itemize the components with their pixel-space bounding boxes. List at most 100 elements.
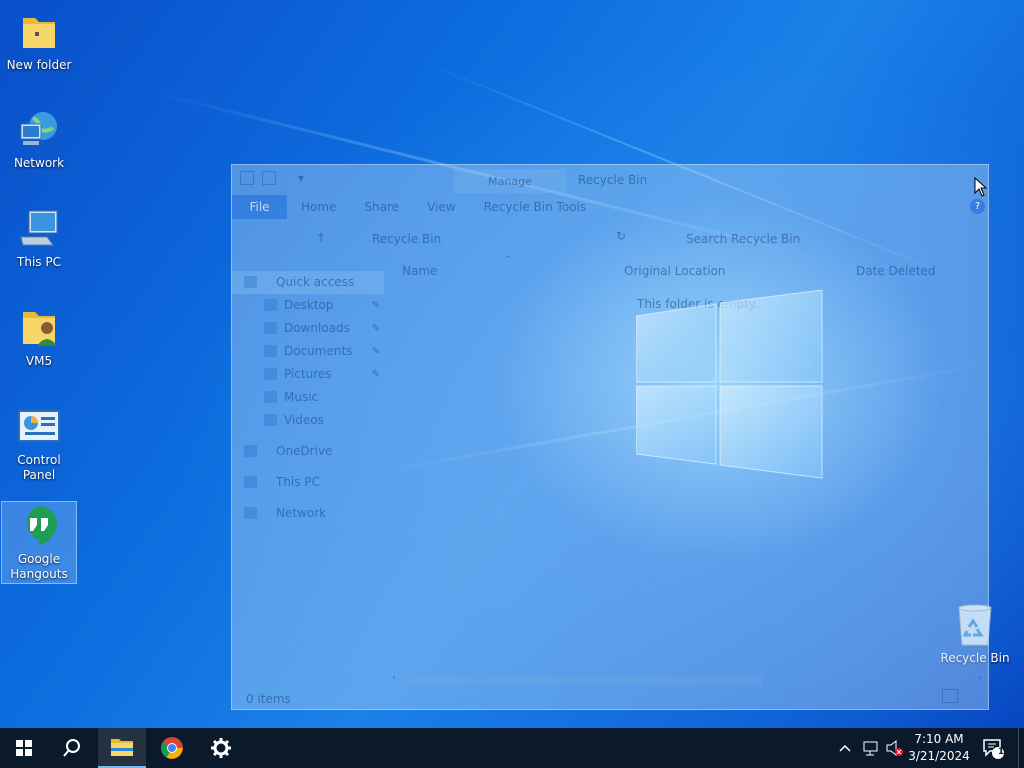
customize-toolbar-icon[interactable]: ▾ (298, 171, 312, 185)
address-path: Recycle Bin (372, 232, 442, 246)
search-button[interactable] (48, 728, 96, 768)
nav-label: Downloads (284, 321, 350, 335)
download-icon (264, 322, 277, 334)
search-placeholder: Search Recycle Bin (686, 232, 801, 246)
nav-item-documents[interactable]: Documents ✎ (232, 340, 384, 363)
tab-home[interactable]: Home (287, 200, 350, 214)
large-icons-view-icon[interactable] (962, 689, 978, 703)
file-explorer-icon (111, 739, 133, 756)
scrollbar-thumb[interactable] (402, 676, 762, 685)
column-name[interactable]: Name (402, 264, 437, 278)
address-bar[interactable]: Recycle Bin (344, 229, 606, 249)
pin-icon: ✎ (371, 369, 380, 380)
nav-label: Network (276, 506, 327, 520)
clock-date: 3/21/2024 (908, 749, 970, 763)
taskbar-chrome[interactable] (148, 728, 196, 768)
volume-muted-icon[interactable] (884, 728, 906, 768)
window-titlebar[interactable]: ▾ Manage Recycle Bin (232, 165, 988, 195)
pictures-icon (264, 368, 277, 380)
horizontal-scrollbar[interactable]: ‹ › (392, 673, 982, 687)
navigation-pane: Quick access Desktop ✎ Downloads ✎ Docum… (232, 271, 384, 525)
nav-item-pictures[interactable]: Pictures ✎ (232, 363, 384, 386)
column-original-location[interactable]: Original Location (624, 264, 726, 278)
search-input[interactable]: Search Recycle Bin (662, 229, 972, 249)
help-icon[interactable]: ? (970, 199, 985, 214)
desktop-icon-label: VM5 (25, 354, 53, 368)
desktop-icon-label: Google Hangouts (10, 552, 68, 581)
taskbar-file-explorer[interactable] (98, 728, 146, 768)
nav-label: Videos (284, 413, 324, 427)
window-title: Recycle Bin (578, 173, 648, 187)
nav-item-quick-access[interactable]: Quick access (232, 271, 384, 294)
desktop-icon-google-hangouts[interactable]: Google Hangouts (1, 501, 77, 584)
address-bar-row: ↑ Recycle Bin ↻ Search Recycle Bin (232, 219, 988, 255)
up-arrow-icon[interactable]: ↑ (316, 231, 326, 245)
nav-item-desktop[interactable]: Desktop ✎ (232, 294, 384, 317)
search-icon (63, 739, 80, 757)
desktop-icon-label: Control Panel (17, 453, 61, 482)
recycle-bin-window[interactable]: ▾ Manage Recycle Bin File Home Share Vie… (231, 164, 989, 710)
nav-label: OneDrive (276, 444, 333, 458)
properties-icon[interactable] (262, 171, 276, 185)
sort-arrow-icon: ^ (504, 255, 512, 265)
desktop-icon-new-folder[interactable]: New folder (1, 10, 77, 73)
action-center-button[interactable]: 1 (980, 728, 1010, 768)
hangouts-icon (17, 504, 61, 548)
scroll-left-icon[interactable]: ‹ (392, 673, 396, 683)
nav-label: Pictures (284, 367, 332, 381)
new-folder-icon[interactable] (284, 171, 290, 185)
network-icon (244, 507, 257, 519)
desktop-icon-network[interactable]: Network (1, 108, 77, 171)
clock-time: 7:10 AM (914, 732, 964, 746)
videos-icon (264, 414, 277, 426)
desktop-icon (264, 299, 277, 311)
desktop-icon-vm5[interactable]: VM5 (1, 306, 77, 369)
nav-label: Music (284, 390, 319, 404)
nav-item-network[interactable]: Network (232, 502, 384, 525)
network-status-icon[interactable] (861, 728, 881, 768)
start-button[interactable] (0, 728, 48, 768)
control-panel-icon (17, 405, 61, 449)
refresh-icon[interactable]: ↻ (616, 229, 626, 243)
recycle-bin-small-icon (240, 171, 254, 185)
taskbar: 7:10 AM 3/21/2024 1 (0, 728, 1024, 768)
gear-icon (211, 738, 231, 758)
nav-item-music[interactable]: Music (232, 386, 384, 409)
quick-access-toolbar: ▾ (240, 171, 312, 185)
windows-wallpaper-logo (635, 289, 826, 486)
nav-label: Desktop (284, 298, 334, 312)
desktop-icon-control-panel[interactable]: Control Panel (1, 405, 77, 483)
tab-view[interactable]: View (413, 200, 469, 214)
tab-recycle-bin-tools[interactable]: Recycle Bin Tools (470, 200, 601, 214)
pin-icon: ✎ (371, 323, 380, 334)
ribbon-tabs: File Home Share View Recycle Bin Tools ? (232, 195, 988, 219)
user-folder-icon (17, 306, 61, 350)
desktop-icon-label: Network (13, 156, 65, 170)
windows-start-icon (16, 740, 32, 756)
nav-item-this-pc[interactable]: This PC (232, 471, 384, 494)
nav-item-videos[interactable]: Videos (232, 409, 384, 432)
desktop-icon-this-pc[interactable]: This PC (1, 207, 77, 270)
show-desktop-button[interactable] (1018, 728, 1024, 768)
desktop-icon-label: This PC (17, 255, 61, 269)
column-headers: Name ^ Original Location Date Deleted (402, 255, 982, 281)
nav-item-downloads[interactable]: Downloads ✎ (232, 317, 384, 340)
music-icon (264, 391, 277, 403)
taskbar-settings[interactable] (197, 728, 245, 768)
details-view-icon[interactable] (942, 689, 958, 703)
documents-icon (264, 345, 277, 357)
network-globe-icon (17, 108, 61, 152)
computer-icon (17, 207, 61, 251)
show-hidden-icons-chevron-icon[interactable] (838, 728, 856, 768)
taskbar-clock[interactable]: 7:10 AM 3/21/2024 (906, 731, 972, 765)
computer-icon (244, 476, 257, 488)
nav-label: Quick access (276, 275, 355, 289)
column-date-deleted[interactable]: Date Deleted (856, 264, 936, 278)
tab-file[interactable]: File (232, 195, 287, 219)
scroll-right-icon[interactable]: › (978, 673, 982, 683)
tab-manage[interactable]: Manage (454, 169, 566, 193)
tab-share[interactable]: Share (350, 200, 413, 214)
nav-item-onedrive[interactable]: OneDrive (232, 440, 384, 463)
cloud-icon (244, 445, 257, 457)
pin-icon: ✎ (371, 346, 380, 357)
